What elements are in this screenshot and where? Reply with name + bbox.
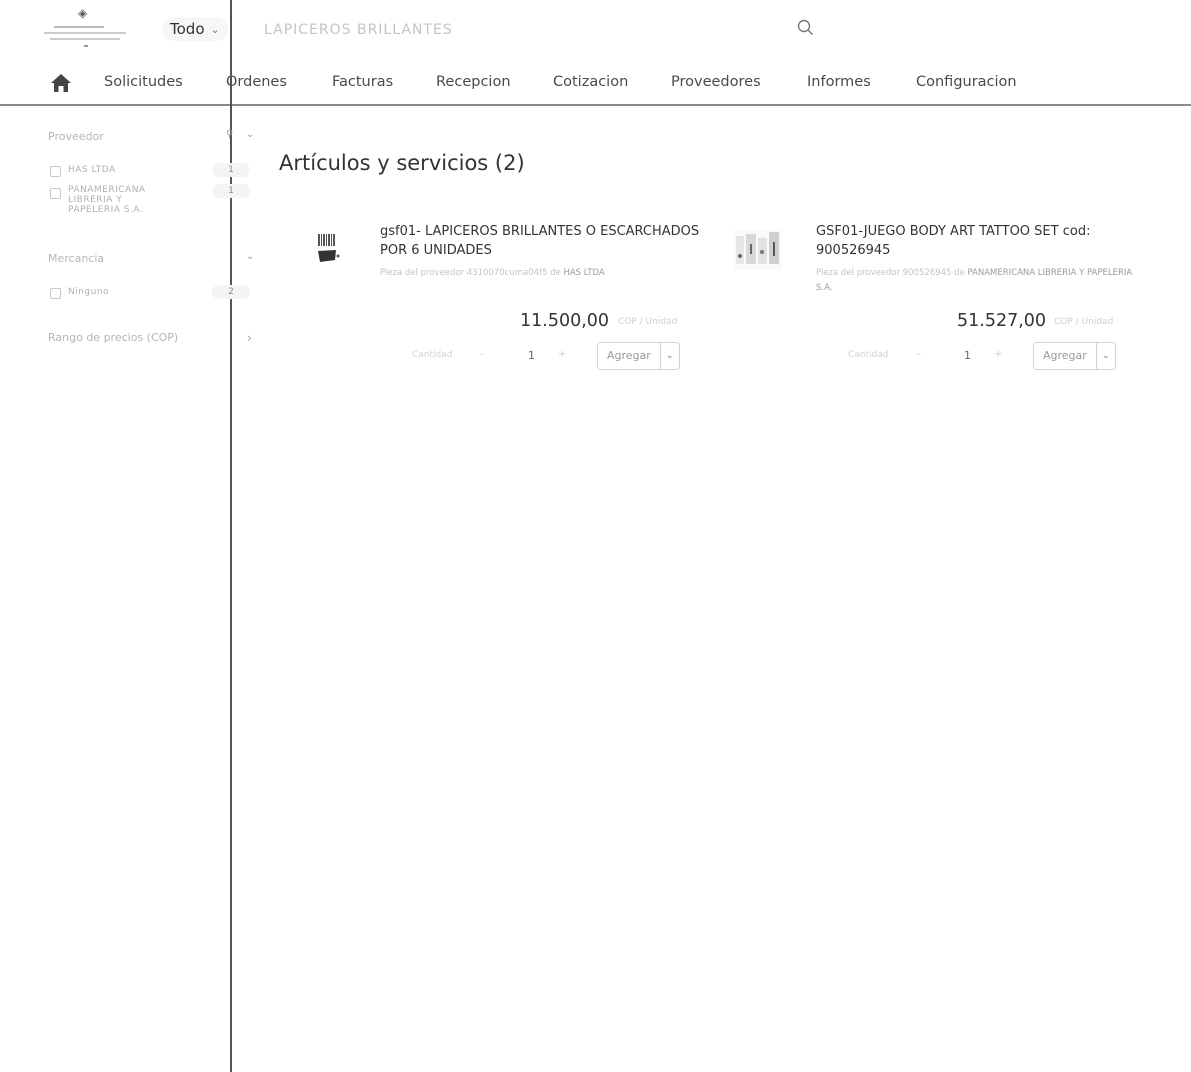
quantity-input[interactable]: 1 [964,349,971,362]
quantity-label: Cantidad [848,350,889,360]
nav-divider [0,104,1191,106]
quantity-decrease[interactable]: – [916,349,921,360]
add-to-cart-button[interactable]: Agregar ⌄ [597,342,680,370]
nav-item-facturas[interactable]: Facturas [332,74,393,90]
quantity-input[interactable]: 1 [528,349,535,362]
add-button-label: Agregar [607,349,651,362]
product-image[interactable] [280,214,346,280]
facet-title-mercancia: Mercancia [48,252,105,265]
chevron-down-icon[interactable]: ⌄ [1095,343,1115,369]
search-scope-dropdown[interactable]: Todo ⌄ [162,17,228,41]
facet-title-precio: Rango de precios (COP) [48,331,179,344]
chevron-down-icon[interactable]: ⌄ [659,343,679,369]
quantity-increase[interactable]: + [994,349,1002,360]
facet-option-label: HAS LTDA [68,165,116,175]
facet-search-icon[interactable]: ⚲ [226,129,233,140]
search-icon[interactable] [796,18,816,38]
quantity-label: Cantidad [412,350,453,360]
facet-checkbox-ninguno[interactable] [50,288,61,299]
facet-checkbox-panamericana[interactable] [50,188,61,199]
crest-icon: ◈ [78,6,88,20]
nav-item-informes[interactable]: Informes [807,74,871,90]
product-image[interactable] [716,214,782,280]
add-button-label: Agregar [1043,349,1087,362]
nav-item-recepcion[interactable]: Recepcion [436,74,511,90]
facet-count: 2 [212,285,250,299]
product-title[interactable]: GSF01-JUEGO BODY ART TATTOO SET cod: 900… [816,222,1136,260]
facet-option-label: Ninguno [68,287,110,297]
product-card: GSF01-JUEGO BODY ART TATTOO SET cod: 900… [716,214,1136,379]
facet-count: 1 [212,163,250,177]
home-icon[interactable] [50,73,72,93]
top-bar: ◈ Todo ⌄ [0,0,1191,60]
facet-checkbox-has-ltda[interactable] [50,166,61,177]
chevron-down-icon[interactable]: ⌄ [246,251,254,262]
facet-option-label: PANAMERICANA LIBRERIA Y PAPELERIA S.A. [68,185,146,215]
product-supplier: Pieza del proveedor 4310070cuma04f5 de H… [380,268,605,278]
product-supplier: Pieza del proveedor 900526945 de PANAMER… [816,268,1133,293]
chevron-down-icon: ⌄ [210,22,220,36]
results-title: Artículos y servicios (2) [279,151,525,175]
product-price: 11.500,00 [520,311,610,331]
price-unit: COP / Unidad [618,317,678,327]
nav-item-solicitudes[interactable]: Solicitudes [104,74,183,90]
supplier-link[interactable]: HAS LTDA [563,268,604,278]
quantity-increase[interactable]: + [558,349,566,360]
chevron-down-icon[interactable]: ⌄ [246,129,254,140]
add-to-cart-button[interactable]: Agregar ⌄ [1033,342,1116,370]
chevron-right-icon[interactable]: › [247,331,252,345]
quantity-decrease[interactable]: – [480,349,485,360]
main-nav: Solicitudes Ordenes Facturas Recepcion C… [0,62,1191,102]
nav-item-proveedores[interactable]: Proveedores [671,74,761,90]
nav-item-configuracion[interactable]: Configuracion [916,74,1017,90]
price-unit: COP / Unidad [1054,317,1114,327]
facet-title-proveedor: Proveedor [48,130,104,143]
product-price: 51.527,00 [957,311,1047,331]
sidebar-divider [230,0,232,1072]
nav-item-cotizacion[interactable]: Cotizacion [553,74,628,90]
search-input[interactable] [262,14,786,46]
search-scope-label: Todo [170,20,205,38]
facet-count: 1 [212,184,250,198]
nav-item-ordenes[interactable]: Ordenes [226,74,287,90]
product-card: gsf01- LAPICEROS BRILLANTES O ESCARCHADO… [280,214,700,379]
logo[interactable]: ◈ [40,6,130,47]
product-title[interactable]: gsf01- LAPICEROS BRILLANTES O ESCARCHADO… [380,222,700,260]
